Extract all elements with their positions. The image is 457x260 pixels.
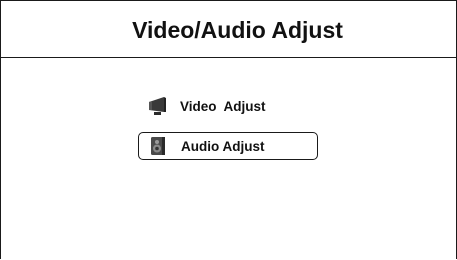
title-bar: Video/Audio Adjust bbox=[1, 1, 456, 58]
page-title: Video/Audio Adjust bbox=[132, 16, 343, 43]
tv-monitor-icon bbox=[147, 96, 167, 116]
menu-item-video-adjust[interactable]: Video Adjust bbox=[138, 92, 318, 120]
menu-item-label: Video Adjust bbox=[180, 98, 266, 114]
speaker-icon bbox=[148, 136, 168, 156]
menu-screen: Video/Audio Adjust Video Adjust Audio Ad… bbox=[0, 0, 457, 259]
menu-item-label: Audio Adjust bbox=[181, 138, 265, 154]
menu-item-audio-adjust[interactable]: Audio Adjust bbox=[138, 132, 318, 160]
